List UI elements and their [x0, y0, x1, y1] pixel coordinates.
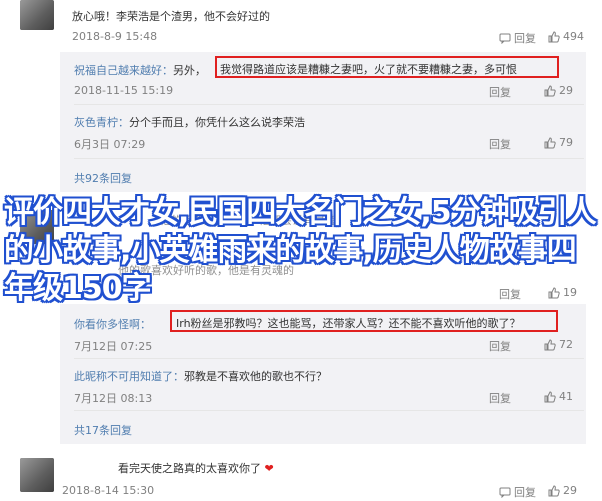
comment-time: 2018-8-9 15:48 [72, 30, 158, 43]
comment-body: 看完天使之路真的太喜欢你了 [118, 462, 261, 475]
like-count: 494 [563, 30, 584, 43]
comment-text: 放心哦！李荣浩是个渣男，他不会好过的 [72, 8, 270, 24]
like-button[interactable]: 494 [548, 30, 584, 43]
thumbs-up-icon [544, 390, 556, 403]
reply-username[interactable]: 灰色青柠： [74, 116, 129, 129]
reply-time: 7月12日 07:25 [74, 340, 153, 353]
reply-label: 回复 [489, 340, 511, 353]
like-button[interactable]: 72 [544, 338, 573, 351]
like-button[interactable]: 79 [544, 136, 573, 149]
reply-time: 7月12日 08:13 [74, 392, 153, 405]
reply-username[interactable]: 此昵称不可用知道了： [74, 370, 184, 383]
reply-label: 回复 [489, 138, 511, 151]
reply-icon [499, 32, 511, 45]
like-count: 29 [559, 84, 573, 97]
thumbs-up-icon [544, 136, 556, 149]
reply-button[interactable]: 回复 [489, 338, 511, 354]
divider [74, 104, 584, 105]
more-replies-link[interactable]: 共17条回复 [74, 422, 132, 438]
highlight-text: 我觉得路道应该是糟糠之妻吧，火了就不要糟糠之妻，多可恨 [220, 63, 517, 76]
reply-label: 回复 [514, 32, 536, 45]
reply-body: 分个手而且，你凭什么这么说李荣浩 [129, 116, 305, 129]
like-count: 41 [559, 390, 573, 403]
reply-text: 祝福自己越来越好：另外， [74, 62, 206, 78]
like-count: 79 [559, 136, 573, 149]
reply-label: 回复 [489, 86, 511, 99]
reply-username[interactable]: 你看你多怪啊： [74, 318, 151, 331]
avatar[interactable] [20, 458, 54, 492]
like-button[interactable]: 41 [544, 390, 573, 403]
like-count: 29 [563, 484, 577, 497]
reply-icon [499, 486, 511, 499]
reply-username[interactable]: 祝福自己越来越好： [74, 64, 173, 77]
overlay-headline: 评价四大才女,民国四大名门之女,5分钟吸引人的小故事,小英雄雨来的故事,历史人物… [4, 195, 597, 306]
thumbs-up-icon [544, 338, 556, 351]
reply-text: 你看你多怪啊： [74, 316, 151, 332]
thumbs-up-icon [548, 30, 560, 43]
like-button[interactable]: 29 [544, 84, 573, 97]
like-count: 72 [559, 338, 573, 351]
reply-button[interactable]: 回复 [499, 484, 536, 500]
more-replies-link[interactable]: 共92条回复 [74, 170, 132, 186]
reply-body: 另外， [173, 64, 206, 77]
reply-button[interactable]: 回复 [499, 30, 536, 46]
comment-text: 看完天使之路真的太喜欢你了 ❤ [118, 460, 274, 476]
divider [74, 158, 584, 159]
comment-body: 放心哦！李荣浩是个渣男，他不会好过的 [72, 10, 270, 23]
reply-button[interactable]: 回复 [489, 136, 511, 152]
reply-button[interactable]: 回复 [489, 390, 511, 406]
reply-time: 6月3日 07:29 [74, 138, 146, 151]
reply-label: 回复 [514, 486, 536, 499]
reply-text: 此昵称不可用知道了：邪教是不喜欢他的歌也不行？ [74, 368, 327, 384]
reply-time: 2018-11-15 15:19 [74, 84, 174, 97]
reply-label: 回复 [489, 392, 511, 405]
reply-body: 邪教是不喜欢他的歌也不行？ [184, 370, 327, 383]
heart-icon: ❤ [264, 462, 274, 475]
highlight-text: Irh粉丝是邪教吗？这也能骂，还带家人骂？还不能不喜欢听他的歌了？ [176, 317, 521, 330]
divider [74, 358, 584, 359]
avatar[interactable] [20, 0, 54, 30]
reply-button[interactable]: 回复 [489, 84, 511, 100]
thumbs-up-icon [548, 484, 560, 497]
divider [74, 410, 584, 411]
thumbs-up-icon [544, 84, 556, 97]
comment-time: 2018-8-14 15:30 [62, 484, 155, 497]
like-button[interactable]: 29 [548, 484, 577, 497]
reply-text: 灰色青柠：分个手而且，你凭什么这么说李荣浩 [74, 114, 305, 130]
